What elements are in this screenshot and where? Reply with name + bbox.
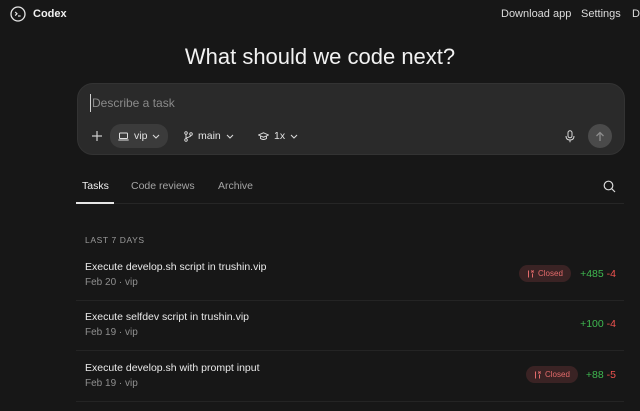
dictation-button[interactable] xyxy=(563,125,577,147)
status-badge: Closed xyxy=(526,366,578,383)
arrow-up-icon xyxy=(596,131,604,141)
task-description-input[interactable] xyxy=(90,94,490,112)
tab-archive[interactable]: Archive xyxy=(218,180,253,192)
git-branch-icon xyxy=(184,130,193,142)
task-meta: Feb 19 · vip xyxy=(85,378,138,389)
top-bar: Codex Download app Settings D xyxy=(0,0,640,30)
additions-count: +485 xyxy=(580,268,604,280)
tab-code-reviews[interactable]: Code reviews xyxy=(131,180,195,192)
versions-label: 1x xyxy=(274,130,286,142)
deletions-count: -4 xyxy=(606,318,616,330)
status-label: Closed xyxy=(545,370,570,379)
chevron-down-icon xyxy=(153,134,160,139)
task-tabs: Tasks Code reviews Archive xyxy=(76,172,624,204)
send-button[interactable] xyxy=(588,124,612,148)
microphone-icon xyxy=(565,129,575,142)
additions-count: +100 xyxy=(580,318,604,330)
environment-label: vip xyxy=(134,130,148,142)
diff-stats: +100 -4 xyxy=(580,318,616,330)
task-composer: vip main 1x xyxy=(77,83,625,155)
brand[interactable]: Codex xyxy=(10,6,67,22)
diff-stats: +485 -4 xyxy=(580,268,616,280)
chevron-down-icon xyxy=(290,134,298,139)
tab-tasks[interactable]: Tasks xyxy=(82,180,109,192)
status-badge: Closed xyxy=(519,265,571,282)
laptop-icon xyxy=(118,132,129,140)
section-label: LAST 7 DAYS xyxy=(85,235,145,245)
docs-link[interactable]: D xyxy=(632,8,640,20)
search-icon xyxy=(603,180,616,193)
deletions-count: -4 xyxy=(606,268,616,280)
task-title: Execute develop.sh script in trushin.vip xyxy=(85,261,267,273)
task-title: Execute selfdev script in trushin.vip xyxy=(85,311,249,323)
graduation-cap-icon xyxy=(258,131,269,140)
branch-label: main xyxy=(198,130,221,142)
additions-count: +88 xyxy=(585,369,604,381)
active-tab-indicator xyxy=(76,202,114,204)
download-app-link[interactable]: Download app xyxy=(501,8,571,20)
task-row[interactable]: Execute selfdev script in trushin.vip Fe… xyxy=(76,301,624,351)
task-row[interactable]: Execute develop.sh script in trushin.vip… xyxy=(76,251,624,301)
settings-link[interactable]: Settings xyxy=(581,8,621,20)
app-name: Codex xyxy=(33,8,67,20)
task-meta: Feb 19 · vip xyxy=(85,327,138,338)
search-tasks-button[interactable] xyxy=(603,180,616,193)
task-title: Execute develop.sh with prompt input xyxy=(85,362,260,374)
codex-logo-icon xyxy=(10,6,26,22)
status-label: Closed xyxy=(538,269,563,278)
add-attachment-button[interactable] xyxy=(88,125,106,147)
versions-selector[interactable]: 1x xyxy=(258,125,298,147)
pull-request-closed-icon xyxy=(535,370,541,378)
task-meta: Feb 20 · vip xyxy=(85,277,138,288)
branch-selector[interactable]: main xyxy=(184,125,234,147)
deletions-count: -5 xyxy=(606,369,616,381)
diff-stats: +88 -5 xyxy=(586,369,616,381)
environment-selector[interactable]: vip xyxy=(110,124,169,148)
chevron-down-icon xyxy=(226,134,234,139)
plus-icon xyxy=(92,131,102,141)
task-row[interactable]: Execute develop.sh with prompt input Feb… xyxy=(76,352,624,402)
pull-request-closed-icon xyxy=(528,269,534,277)
page-title: What should we code next? xyxy=(184,44,456,69)
